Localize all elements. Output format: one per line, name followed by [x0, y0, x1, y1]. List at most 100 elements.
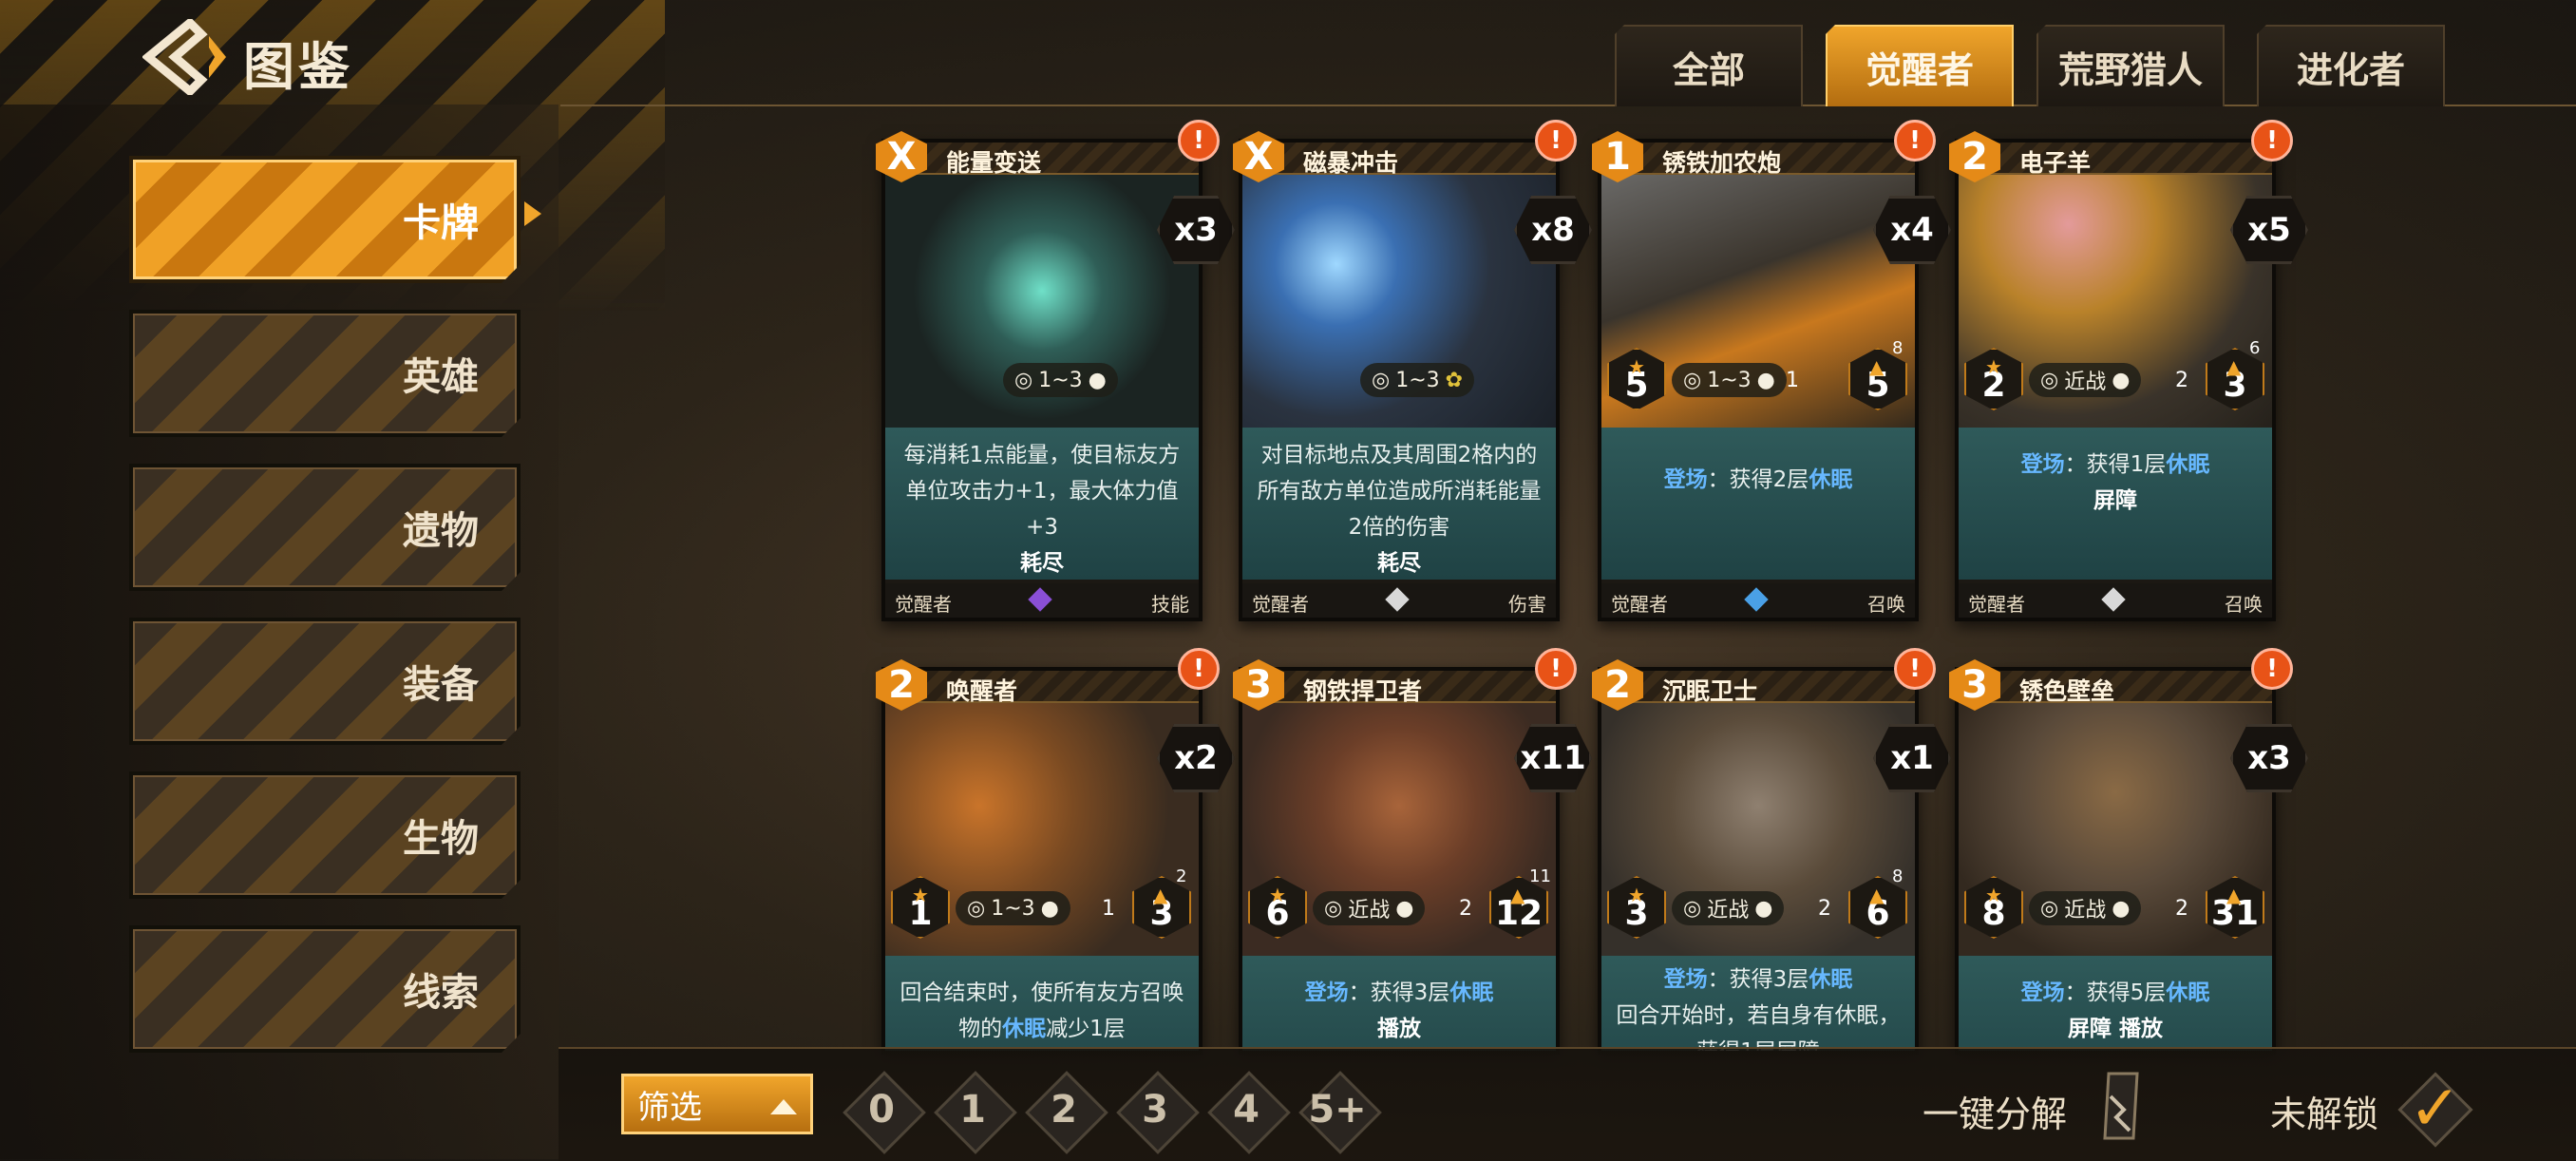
range-badge: ◎ 1~3 ●: [1003, 363, 1118, 397]
sidebar-item-equipment[interactable]: 装备: [129, 618, 521, 745]
target-icon: ◎: [1683, 896, 1702, 921]
cost-filter-label: 3: [1142, 1088, 1168, 1132]
target-icon: ◎: [1683, 368, 1702, 392]
sidebar-item-clues[interactable]: 线索: [129, 925, 521, 1053]
range-value: 近战: [1348, 899, 1391, 923]
card-name: 钢铁捍卫者: [1303, 677, 1423, 705]
cost-filter-5plus[interactable]: 5+: [1298, 1071, 1382, 1154]
desc-keyword-dormant: 休眠: [1809, 467, 1853, 492]
disassemble-icon[interactable]: [2095, 1068, 2145, 1144]
card-footer: 觉醒者 技能: [885, 583, 1199, 618]
hp-icon: ▲: [1153, 884, 1168, 906]
alert-icon[interactable]: !: [1894, 648, 1936, 690]
dot-icon: ●: [1395, 896, 1414, 921]
sidebar-item-heroes[interactable]: 英雄: [129, 310, 521, 437]
card-dormant-guard[interactable]: 沉眠卫士 ★ 3 ◎ 近战 ● 2 ▲ 6 8 登场：获得3层休眠 回合开始时，若自身有…: [1598, 667, 1919, 1055]
desc-keyword-debut: 登场: [2020, 452, 2065, 477]
card-description: 登场：获得2层休眠: [1601, 428, 1915, 580]
card-name-bar: [885, 143, 1199, 175]
tab-all[interactable]: 全部: [1615, 25, 1803, 106]
range-value: 近战: [1707, 899, 1750, 923]
cost-filter-1[interactable]: 1: [934, 1071, 1017, 1154]
card-type: 技能: [1151, 593, 1189, 616]
card-awakener[interactable]: 唤醒者 ★ 1 ◎ 1~3 ● 1 ▲ 3 2 回合结束时，使所有友方召唤物的休眠减少1…: [881, 667, 1203, 1055]
tab-evolver[interactable]: 进化者: [2257, 25, 2445, 106]
cost-filter-3[interactable]: 3: [1116, 1071, 1200, 1154]
alert-icon[interactable]: !: [1894, 120, 1936, 162]
card-name: 电子羊: [2019, 149, 2092, 177]
attack-icon: ★: [1985, 884, 2002, 906]
cost-filter-2[interactable]: 2: [1025, 1071, 1108, 1154]
desc-keyword-dormant: 休眠: [2166, 980, 2210, 1005]
rarity-gem-icon: [1744, 587, 1769, 612]
move-value: 1: [1102, 897, 1115, 921]
card-rust-barrier[interactable]: 锈色壁垒 ★ 8 ◎ 近战 ● 2 ▲ 31 登场：获得5层休眠 屏障 播放: [1955, 667, 2276, 1055]
card-rust-cannon[interactable]: 锈铁加农炮 ★ 5 ◎ 1~3 ● 1 ▲ 5 8 登场：获得2层休眠 觉醒者 召唤: [1598, 139, 1919, 621]
card-desc-text: 对目标地点及其周围2格内的所有敌方单位造成所消耗能量2倍的伤害: [1257, 443, 1542, 540]
back-arrow-icon[interactable]: [142, 19, 228, 95]
desc-text: 减少1层: [1046, 1017, 1126, 1041]
tab-wild-hunter[interactable]: 荒野猎人: [2036, 25, 2225, 106]
cost-filter-label: 5+: [1308, 1088, 1367, 1132]
sidebar-item-relics[interactable]: 遗物: [129, 464, 521, 591]
cost-filter-label: 0: [868, 1088, 895, 1132]
card-magnetic-storm[interactable]: 磁暴冲击 ◎ 1~3 ✿ 对目标地点及其周围2格内的所有敌方单位造成所消耗能量2倍的…: [1239, 139, 1560, 621]
hp-icon: ▲: [1510, 884, 1525, 906]
range-badge: ◎ 1~3 ●: [956, 891, 1070, 925]
desc-keyword-dormant: 休眠: [2166, 452, 2210, 477]
move-value: 2: [1818, 897, 1831, 921]
card-energy-transfer[interactable]: 能量变送 ◎ 1~3 ● 每消耗1点能量，使目标友方单位攻击力+1，最大体力值+3 …: [881, 139, 1203, 621]
card-keyword: 耗尽: [1020, 551, 1064, 576]
dot-icon: ●: [2112, 896, 2131, 921]
filter-button[interactable]: 筛选: [621, 1074, 813, 1134]
sidebar-item-label: 线索: [403, 971, 479, 1015]
card-keyword: 耗尽: [1377, 551, 1421, 576]
alert-icon[interactable]: !: [2251, 120, 2293, 162]
alert-icon[interactable]: !: [1178, 120, 1220, 162]
rarity-gem-icon: [1385, 587, 1410, 612]
card-steel-defender[interactable]: 钢铁捍卫者 ★ 6 ◎ 近战 ● 2 ▲ 12 11 登场：获得3层休眠 播放: [1239, 667, 1560, 1055]
range-badge: ◎ 1~3 ✿: [1360, 363, 1475, 397]
cost-filter-4[interactable]: 4: [1207, 1071, 1291, 1154]
card-type: 召唤: [1867, 593, 1905, 616]
cost-filter-label: 2: [1051, 1088, 1077, 1132]
dot-icon: ●: [2112, 368, 2131, 392]
sidebar-item-cards[interactable]: 卡牌: [129, 156, 521, 283]
range-value: 1~3: [991, 896, 1035, 921]
attack-icon: ★: [1985, 355, 2002, 378]
shield-value: 8: [1892, 338, 1904, 358]
sidebar-item-label: 生物: [403, 817, 479, 861]
card-name-bar: [885, 671, 1199, 703]
alert-icon[interactable]: !: [2251, 648, 2293, 690]
card-name: 锈铁加农炮: [1662, 149, 1782, 177]
tab-awakener[interactable]: 觉醒者: [1826, 25, 2014, 106]
alert-icon[interactable]: !: [1535, 648, 1577, 690]
range-value: 1~3: [1395, 368, 1440, 392]
card-description: 对目标地点及其周围2格内的所有敌方单位造成所消耗能量2倍的伤害 耗尽: [1242, 428, 1556, 580]
attack-icon: ★: [1269, 884, 1286, 906]
shield-value: 8: [1892, 866, 1904, 886]
card-description: 登场：获得3层休眠 播放: [1242, 956, 1556, 1051]
disassemble-all-button[interactable]: 一键分解: [1923, 1085, 2067, 1137]
sidebar-item-creatures[interactable]: 生物: [129, 771, 521, 899]
dot-icon: ●: [1754, 896, 1773, 921]
desc-text: ：获得3层: [1707, 967, 1809, 992]
sidebar-item-label: 卡牌: [403, 201, 479, 245]
card-name-bar: [1601, 671, 1915, 703]
page-title: 图鉴: [243, 37, 353, 97]
shield-value: 11: [1529, 866, 1551, 886]
card-art: [885, 171, 1199, 437]
card-description: 登场：获得3层休眠 回合开始时，若自身有休眠，获得1层屏障: [1601, 956, 1915, 1051]
hp-icon: ▲: [1869, 355, 1885, 378]
range-value: 近战: [2064, 899, 2107, 923]
card-description: 登场：获得1层休眠 屏障: [1959, 428, 2272, 580]
cost-filter-0[interactable]: 0: [843, 1071, 926, 1154]
locked-filter-label: 未解锁: [2270, 1094, 2379, 1135]
alert-icon[interactable]: !: [1535, 120, 1577, 162]
card-electric-sheep[interactable]: 电子羊 ★ 2 ◎ 近战 ● 2 ▲ 3 6 登场：获得1层休眠 屏障 觉醒者 召唤: [1955, 139, 2276, 621]
card-art: [1242, 171, 1556, 437]
alert-icon[interactable]: !: [1178, 648, 1220, 690]
target-icon: ◎: [967, 896, 986, 921]
dot-icon: ●: [1756, 368, 1775, 392]
card-keyword: 屏障: [2093, 488, 2137, 513]
